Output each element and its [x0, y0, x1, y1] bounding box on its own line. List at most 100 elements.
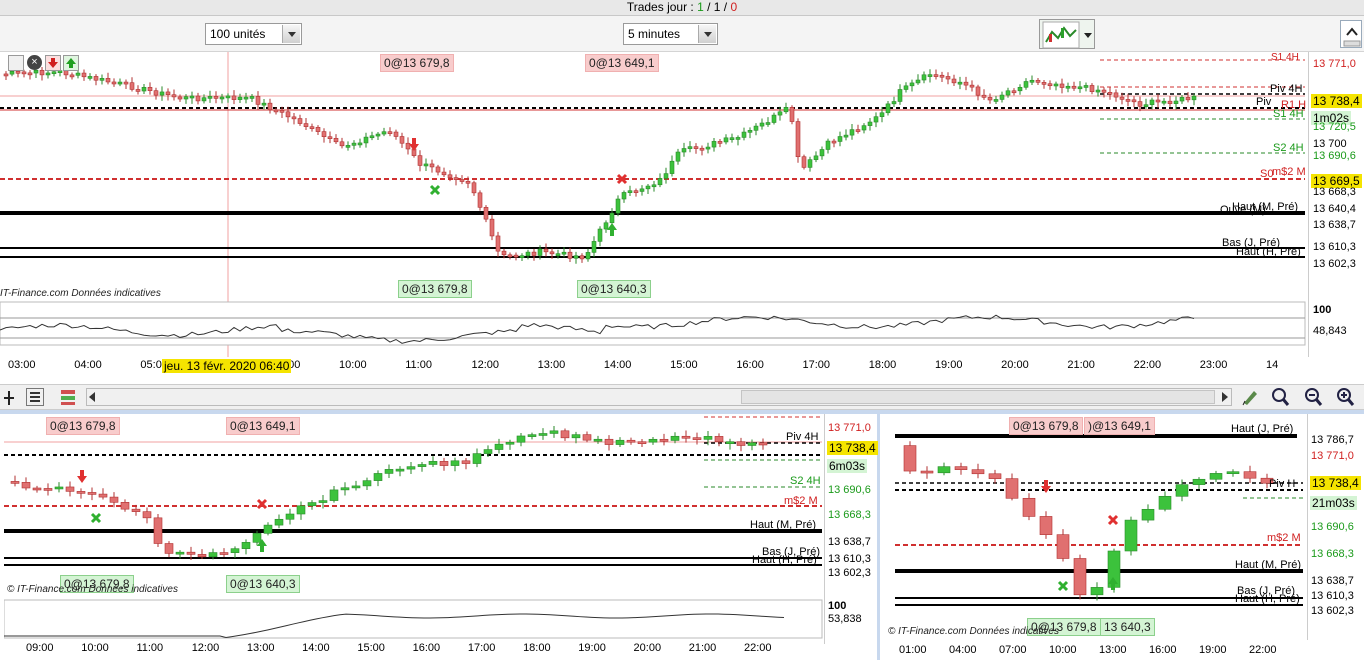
maximize-icon[interactable]	[8, 55, 24, 71]
scroll-right-icon[interactable]	[1222, 392, 1228, 402]
candle	[483, 207, 489, 220]
zoom-out-icon[interactable]	[1303, 387, 1323, 407]
candle	[494, 443, 504, 450]
candle	[219, 96, 225, 100]
time-scrollbar[interactable]	[86, 388, 1232, 406]
candle	[903, 85, 909, 90]
interval-select[interactable]: 5 minutes	[623, 23, 718, 45]
candle	[789, 107, 795, 122]
order-label[interactable]: 0@13 679,8	[398, 280, 472, 298]
bottom-right-price-chart[interactable]	[883, 414, 1307, 640]
price-axis: 13 771,0 13 738,4 6m03s 13 690,6 13 668,…	[824, 414, 878, 644]
time-tick: 10:00	[81, 642, 109, 654]
candle	[525, 251, 531, 256]
bottom-left-price-chart[interactable]	[4, 414, 824, 644]
candle	[381, 131, 387, 135]
candle	[831, 140, 837, 144]
candle	[1041, 82, 1047, 85]
candle	[1141, 508, 1155, 521]
time-tick: 10:00	[1049, 644, 1077, 656]
level-label: m$2 M	[1272, 166, 1306, 178]
candle	[87, 76, 93, 79]
candle	[813, 155, 819, 160]
sell-arrow-icon[interactable]	[45, 55, 61, 71]
candle	[921, 74, 927, 81]
order-label[interactable]: 0@13 640,3	[577, 280, 651, 298]
candle	[131, 508, 141, 512]
candle	[609, 212, 615, 224]
panel-toggle-button[interactable]	[1340, 20, 1362, 48]
scroll-left-icon[interactable]	[89, 392, 95, 402]
units-select[interactable]: 100 unités	[205, 23, 302, 45]
order-label[interactable]: 0@13 679,8	[46, 417, 120, 435]
candle	[21, 71, 27, 75]
candle	[692, 437, 702, 440]
candle	[920, 470, 934, 474]
candle	[849, 129, 855, 136]
zoom-fit-icon[interactable]	[1270, 387, 1290, 407]
chart-type-button[interactable]	[1039, 19, 1095, 49]
candle	[120, 502, 130, 510]
price-tick: 13 638,7	[828, 536, 871, 548]
price-tick: 13 610,3	[828, 553, 871, 565]
price-tick: 13 771,0	[1311, 450, 1354, 462]
candle	[69, 74, 75, 78]
candle	[1095, 89, 1101, 93]
candle	[263, 524, 273, 534]
candle	[909, 82, 915, 87]
order-label[interactable]: 0@13 649,1	[585, 54, 659, 72]
candle	[333, 137, 339, 143]
close-icon[interactable]: ×	[27, 55, 42, 70]
zoom-in-icon[interactable]	[1335, 387, 1355, 407]
candle	[428, 461, 438, 465]
price-axis: 13 786,7 13 771,0 13 738,4 21m03s 13 690…	[1307, 414, 1364, 640]
candle	[993, 99, 999, 102]
candle	[975, 86, 981, 96]
candle	[1119, 96, 1125, 100]
candle	[3, 73, 9, 77]
candle	[1056, 534, 1070, 559]
candle	[43, 488, 53, 491]
indicators-icon[interactable]	[58, 388, 78, 406]
crosshair-tool-icon[interactable]	[2, 389, 16, 407]
candle	[450, 460, 460, 466]
candle	[747, 442, 757, 446]
candle	[465, 180, 471, 184]
candle	[327, 136, 333, 140]
level-label: S1 4H	[1271, 52, 1299, 63]
candle	[321, 131, 327, 138]
candle	[255, 96, 261, 105]
order-label[interactable]: 0@13 679,8	[380, 54, 454, 72]
time-tick: 20:00	[633, 642, 662, 654]
candle	[867, 121, 873, 126]
candle	[472, 453, 482, 464]
list-tool-icon[interactable]	[26, 388, 44, 406]
candle	[1090, 587, 1104, 596]
candle	[543, 248, 549, 253]
current-price-badge: 13 738,4	[1310, 476, 1361, 490]
candle	[891, 101, 897, 105]
scrollbar-thumb[interactable]	[741, 390, 1215, 404]
chevron-up-icon	[1343, 27, 1361, 47]
candle	[516, 435, 526, 443]
order-label[interactable]: 0@13 679,8	[1009, 417, 1083, 435]
order-label[interactable]: 13 640,3	[1100, 618, 1155, 636]
buy-arrow-icon[interactable]	[63, 55, 79, 71]
candle	[447, 174, 453, 178]
pencil-tool-icon[interactable]	[1240, 387, 1260, 407]
candle	[153, 90, 159, 96]
candle	[1179, 97, 1185, 102]
order-label[interactable]: )@13 649,1	[1084, 417, 1155, 435]
candle	[241, 542, 251, 549]
candle	[27, 72, 33, 76]
candle	[351, 142, 357, 146]
candle	[633, 190, 639, 193]
candle	[417, 155, 423, 166]
candle	[362, 480, 372, 487]
time-tick: 19:00	[934, 359, 963, 371]
chevron-down-icon	[282, 25, 300, 43]
order-label[interactable]: 0@13 640,3	[226, 575, 300, 593]
candle	[159, 91, 165, 96]
order-label[interactable]: 0@13 649,1	[226, 417, 300, 435]
main-price-chart[interactable]	[0, 52, 1308, 357]
